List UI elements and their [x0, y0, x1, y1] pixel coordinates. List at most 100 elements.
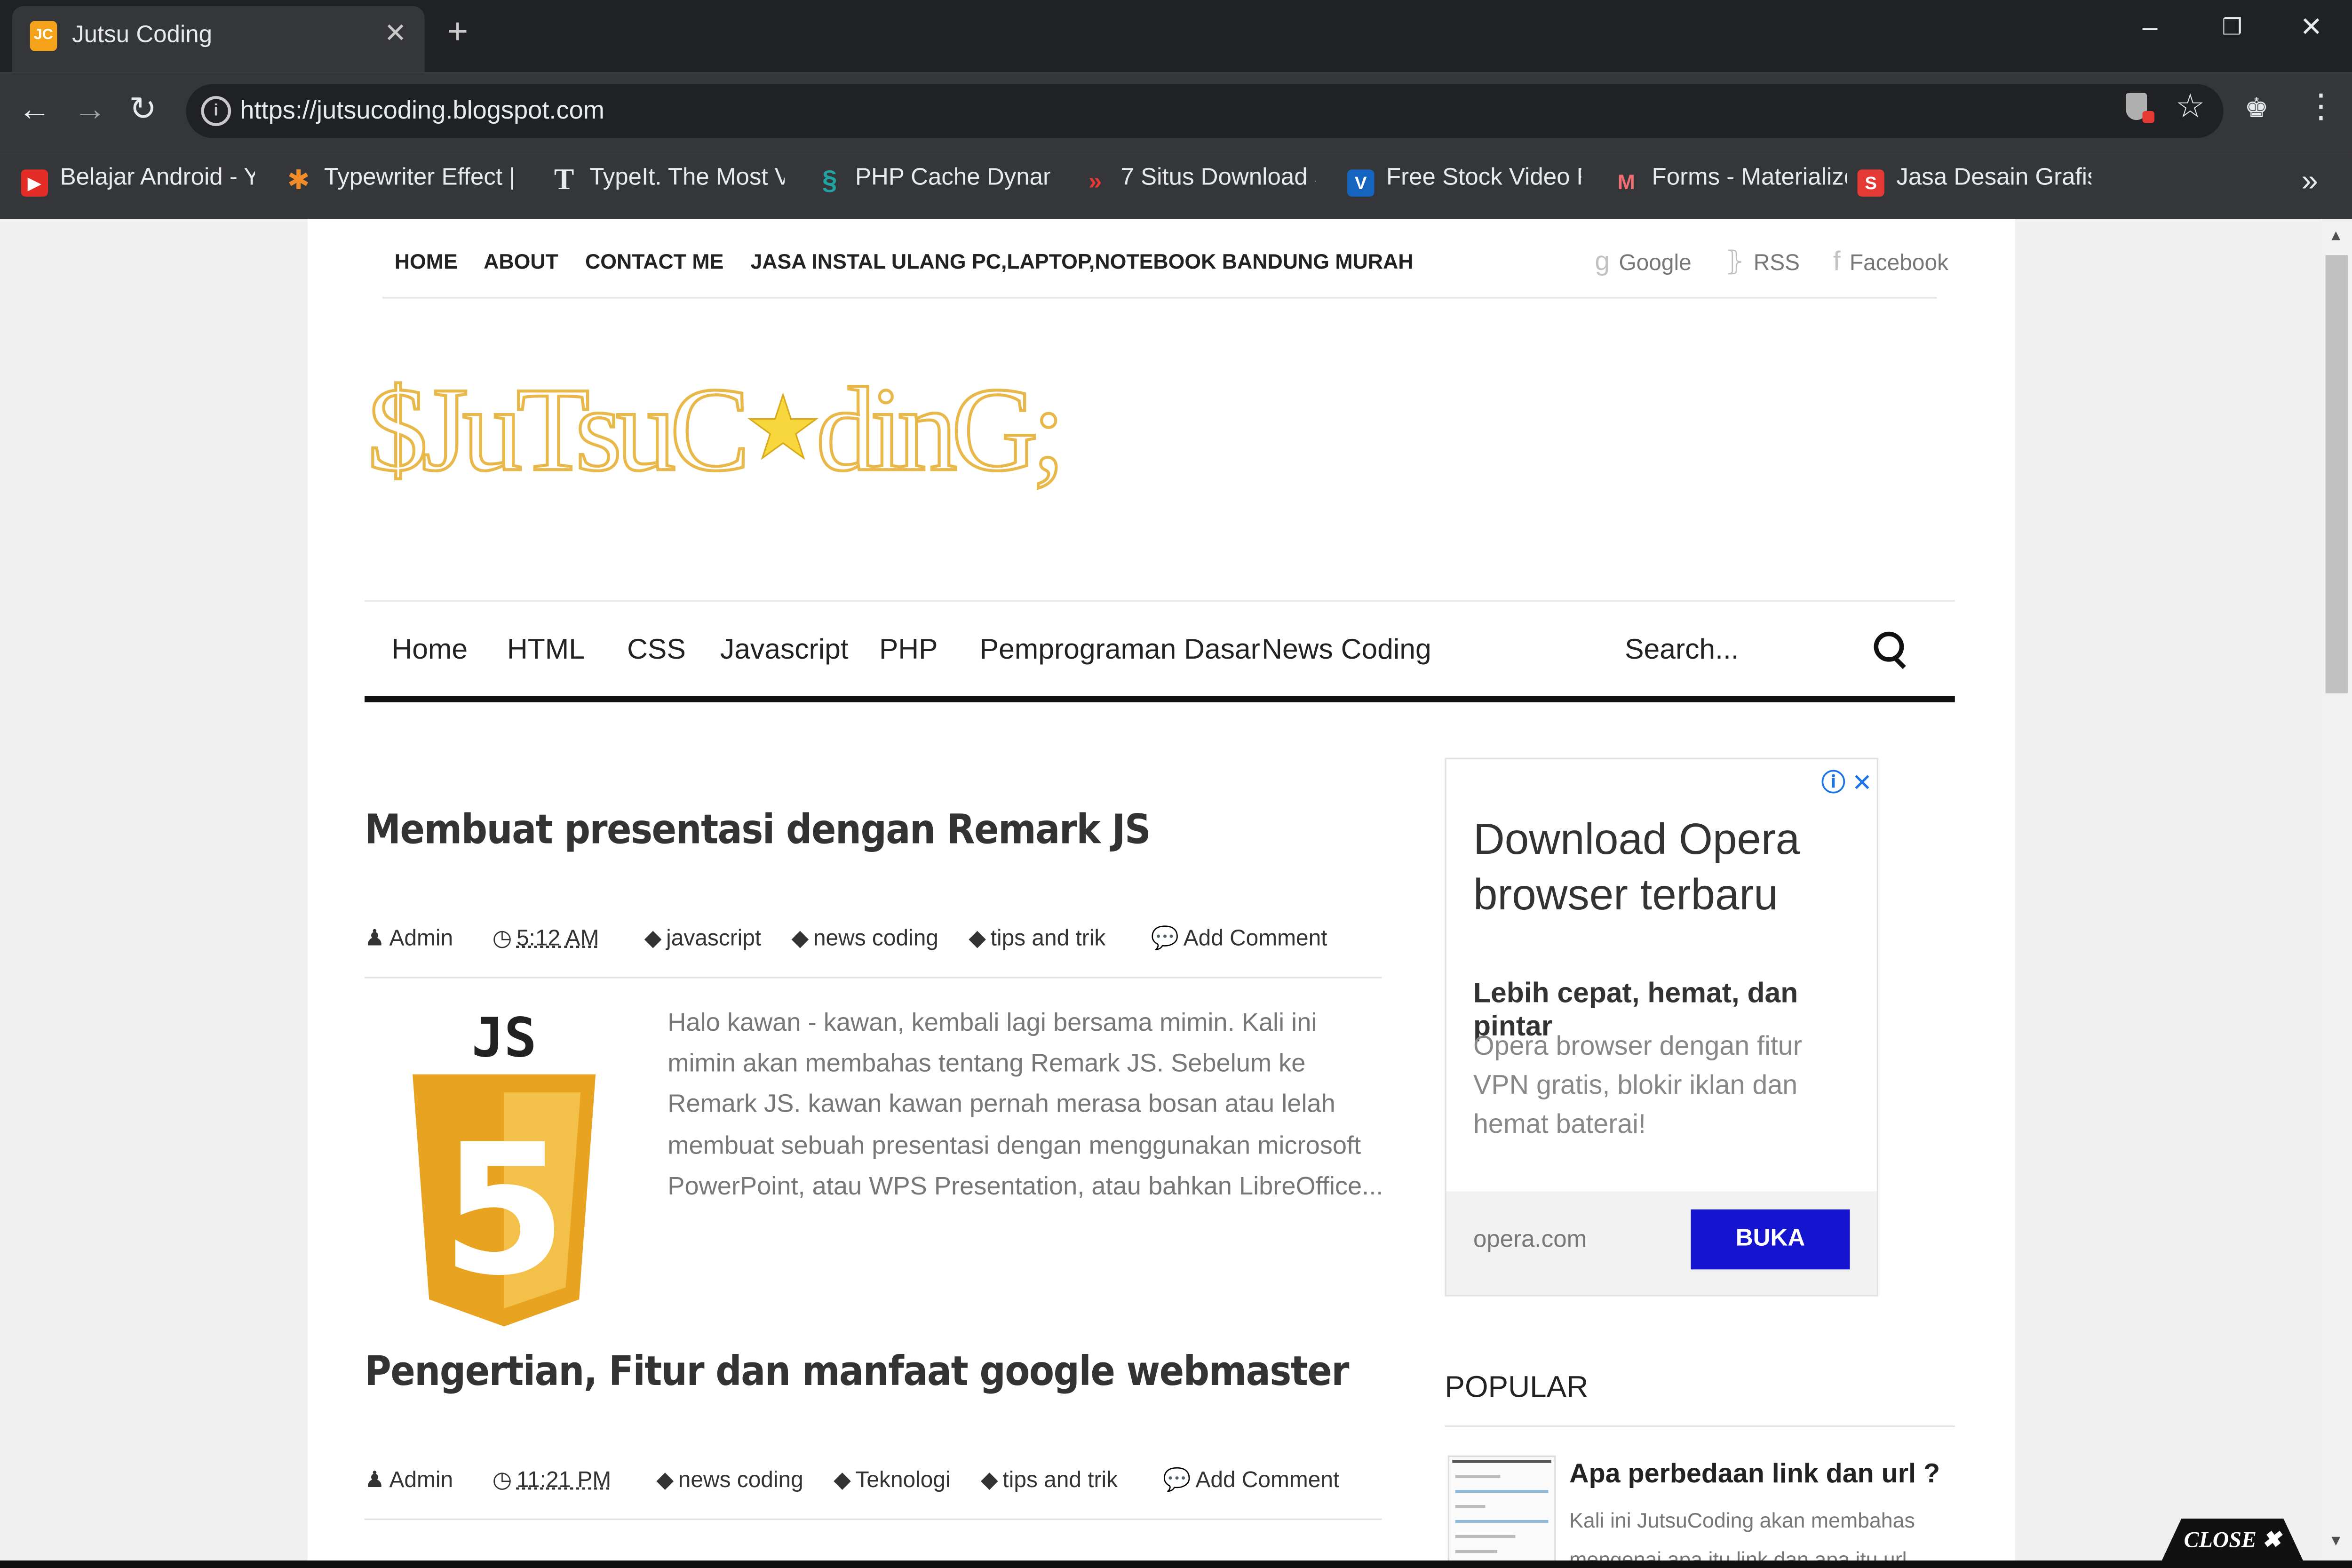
browser-tab[interactable]: JC Jutsu Coding ✕ [12, 6, 425, 72]
top-menu-home[interactable]: HOME [395, 249, 458, 273]
thumb-line [1452, 1460, 1551, 1463]
thumb-line [1455, 1475, 1501, 1478]
bookmark-item[interactable]: SJasa Desain Grafis Be [1857, 165, 2091, 204]
bookmark-item[interactable]: »7 Situs Download Sto [1082, 165, 1316, 204]
social-rss[interactable]: ⦄ RSS [1724, 246, 1800, 278]
post-tag[interactable]: ◆ news coding [656, 1467, 815, 1493]
tag-icon: ◆ [791, 925, 809, 952]
top-menu-jasa[interactable]: JASA INSTAL ULANG PC,LAPTOP,NOTEBOOK BAN… [750, 249, 1413, 273]
scroll-up-icon[interactable]: ▲ [2328, 228, 2344, 245]
comment-icon: 💬 [1163, 1467, 1191, 1493]
extension-icon[interactable]: ♚ [2244, 93, 2268, 125]
search-icon[interactable] [1874, 631, 1904, 662]
bookmark-item[interactable]: M Forms - Materialize [1613, 165, 1847, 204]
tag-icon: ◆ [981, 1467, 998, 1493]
site-logo[interactable]: $JuTsuC★dinG; [366, 354, 1067, 506]
nav-css[interactable]: CSS [627, 635, 686, 668]
forward-icon[interactable]: → [73, 90, 106, 129]
ad-footer: opera.com BUKA [1446, 1191, 1877, 1295]
bookmark-item[interactable]: §PHP Cache Dynamic [816, 165, 1050, 204]
tab-close-icon[interactable]: ✕ [384, 18, 406, 49]
popular-post-title[interactable]: Apa perbedaan link dan url ? [1569, 1458, 1940, 1490]
post-comment-link[interactable]: 💬 Add Comment [1163, 1467, 1351, 1493]
browser-menu-icon[interactable]: ⋮ [2304, 89, 2337, 123]
nav-html[interactable]: HTML [507, 635, 585, 668]
scrollbar-thumb[interactable] [2325, 255, 2348, 693]
thumb-line [1455, 1520, 1549, 1523]
minimize-icon[interactable]: – [2142, 12, 2157, 44]
nav-underline [365, 696, 1955, 702]
site-info-icon[interactable]: i [201, 96, 231, 126]
clock-icon: ◷ [492, 1467, 512, 1493]
search-input[interactable]: Search... [1625, 635, 1739, 668]
page-scrollbar[interactable]: ▲ ▼ [2321, 219, 2352, 1568]
divider [1445, 1425, 1955, 1427]
ad-info-close-icon[interactable]: ⓘ ✕ [1821, 762, 1872, 798]
youtube-icon: ▶ [21, 169, 48, 197]
reload-icon[interactable]: ↻ [129, 90, 157, 129]
post-comment-link[interactable]: 💬 Add Comment [1151, 926, 1339, 951]
back-icon[interactable]: ← [18, 90, 51, 129]
post-tag[interactable]: ◆ news coding [792, 926, 951, 951]
materialize-icon: M [1617, 169, 1635, 194]
popular-post-excerpt: Kali ini JutsuCoding akan membahas menge… [1569, 1508, 1915, 1568]
nav-pemprograman-dasar[interactable]: Pemprograman Dasar [980, 635, 1260, 668]
bookmark-item[interactable]: ✱Typewriter Effect | CS [285, 165, 516, 204]
tag-icon: ◆ [969, 925, 986, 952]
post-tag[interactable]: ◆ Teknologi [834, 1467, 962, 1493]
divider [365, 977, 1382, 979]
ad-domain: opera.com [1473, 1227, 1587, 1253]
close-overlay-button[interactable]: CLOSE ✖ [2160, 1518, 2304, 1564]
thumb-line [1455, 1550, 1498, 1553]
ad-banner[interactable]: ⓘ ✕ Download Opera browser terbaru Lebih… [1445, 757, 1879, 1297]
restore-icon[interactable]: ❐ [2222, 14, 2242, 40]
post-title[interactable]: Pengertian, Fitur dan manfaat google web… [365, 1349, 1349, 1395]
address-bar[interactable]: i https://jutsucoding.blogspot.com ☆ [186, 84, 2224, 138]
main-nav: Home HTML CSS Javascript PHP Pemprograma… [365, 602, 1955, 695]
post-title[interactable]: Membuat presentasi dengan Remark JS [365, 807, 1151, 854]
new-tab-icon[interactable]: + [447, 14, 468, 51]
thumb-line [1455, 1535, 1516, 1538]
nav-news-coding[interactable]: News Coding [1262, 635, 1431, 668]
bookmark-item[interactable]: VFree Stock Video Foo [1347, 165, 1581, 204]
post-author[interactable]: ♟ Admin [365, 1467, 465, 1493]
nav-javascript[interactable]: Javascript [720, 635, 849, 668]
post-time[interactable]: ◷ 5:12 AM [493, 926, 611, 951]
post-tag[interactable]: ◆ tips and trik [981, 1467, 1130, 1493]
bookmark-item[interactable]: ▶Belajar Android - You [21, 165, 255, 204]
top-menu: HOME ABOUT CONTACT ME JASA INSTAL ULANG … [395, 249, 1434, 273]
thumb-line [1455, 1505, 1486, 1508]
popular-heading: POPULAR [1445, 1371, 1589, 1405]
post-tag[interactable]: ◆ javascript [644, 926, 773, 951]
v-icon: V [1347, 169, 1375, 197]
nav-home[interactable]: Home [391, 635, 468, 668]
bookmark-star-icon[interactable]: ☆ [2176, 87, 2205, 126]
bookmarks-bar: ▶Belajar Android - You ✱Typewriter Effec… [0, 153, 2352, 219]
social-links: g Google ⦄ RSS f Facebook [1568, 246, 1948, 278]
nav-php[interactable]: PHP [879, 635, 938, 668]
popular-thumbnail[interactable] [1447, 1455, 1556, 1564]
bookmark-item[interactable]: TTypeIt. The Most Vers [551, 165, 785, 204]
post-meta: ♟ Admin ◷ 11:21 PM ◆ news coding ◆ Teknologi… [365, 1466, 1363, 1493]
post-tag[interactable]: ◆ tips and trik [969, 926, 1118, 951]
spiral-icon: § [822, 165, 837, 195]
social-facebook[interactable]: f Facebook [1833, 246, 1948, 278]
url-text[interactable]: https://jutsucoding.blogspot.com [240, 96, 604, 126]
scroll-down-icon[interactable]: ▼ [2328, 1534, 2344, 1550]
more-bookmarks-icon[interactable]: » [2302, 165, 2318, 199]
social-google[interactable]: g Google [1595, 246, 1691, 278]
divider [365, 1518, 1382, 1520]
top-menu-contact[interactable]: CONTACT ME [585, 249, 723, 273]
window-close-icon[interactable]: ✕ [2300, 12, 2322, 44]
post-author[interactable]: ♟ Admin [365, 926, 465, 951]
shield-icon[interactable] [2126, 93, 2154, 123]
post-thumbnail[interactable]: JS 5 [410, 1008, 599, 1332]
post-time[interactable]: ◷ 11:21 PM [493, 1467, 623, 1493]
logo-star-icon: ★ [743, 379, 823, 478]
top-menu-about[interactable]: ABOUT [484, 249, 558, 273]
ad-title[interactable]: Download Opera browser terbaru [1473, 813, 1863, 924]
ad-open-button[interactable]: BUKA [1691, 1209, 1850, 1270]
browser-toolbar: ← → ↻ i https://jutsucoding.blogspot.com… [0, 72, 2352, 153]
chevrons-icon: » [1089, 169, 1102, 195]
rss-icon: ⦄ [1724, 246, 1745, 276]
